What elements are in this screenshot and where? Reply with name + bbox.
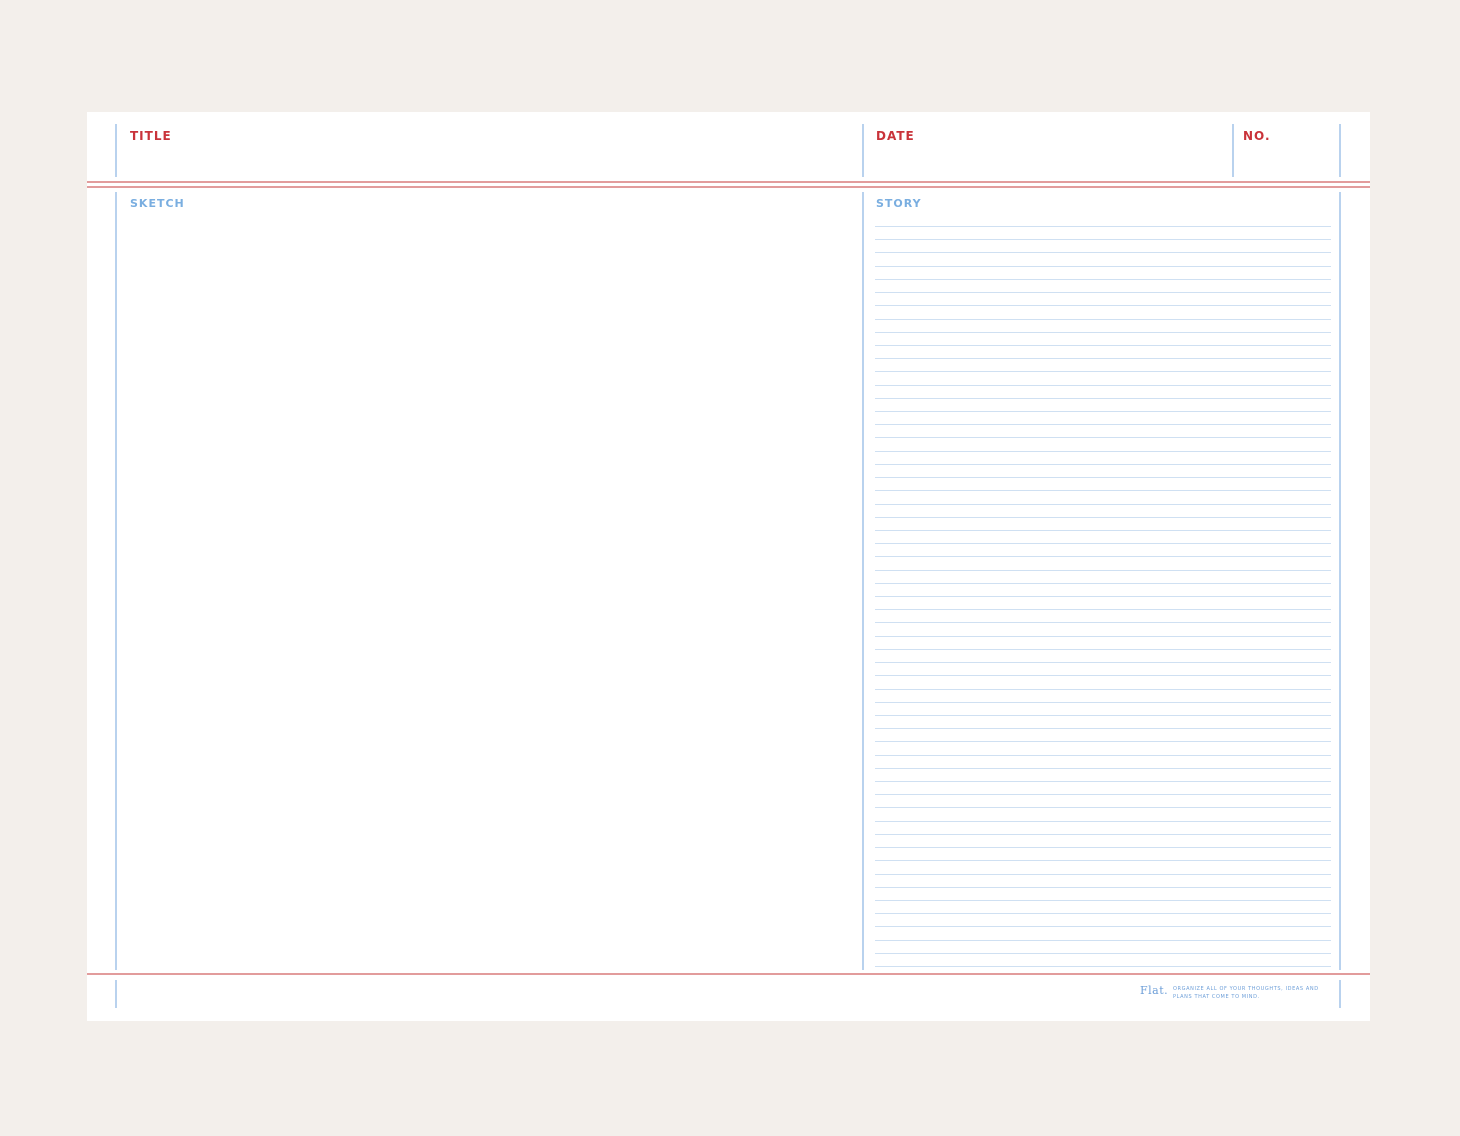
story-line: [875, 398, 1331, 399]
story-line: [875, 504, 1331, 505]
story-line: [875, 860, 1331, 861]
footer-rule: [87, 973, 1370, 975]
story-line: [875, 437, 1331, 438]
story-line: [875, 702, 1331, 703]
story-line: [875, 887, 1331, 888]
story-line: [875, 385, 1331, 386]
story-line: [875, 715, 1331, 716]
story-line: [875, 332, 1331, 333]
story-line: [875, 689, 1331, 690]
story-column-left-rule: [862, 192, 864, 970]
story-line: [875, 755, 1331, 756]
story-line: [875, 358, 1331, 359]
story-line: [875, 966, 1331, 967]
story-line: [875, 411, 1331, 412]
story-line: [875, 834, 1331, 835]
title-field-left-rule: [115, 124, 117, 177]
story-line: [875, 794, 1331, 795]
story-line: [875, 609, 1331, 610]
story-line: [875, 266, 1331, 267]
story-line: [875, 940, 1331, 941]
number-label: NO.: [1243, 129, 1271, 143]
story-line: [875, 662, 1331, 663]
story-line: [875, 649, 1331, 650]
story-line: [875, 292, 1331, 293]
sketch-column-left-rule: [115, 192, 117, 970]
story-line: [875, 464, 1331, 465]
story-line: [875, 239, 1331, 240]
header-double-rule-bottom: [87, 186, 1370, 188]
story-line: [875, 636, 1331, 637]
story-line: [875, 490, 1331, 491]
story-line: [875, 451, 1331, 452]
story-line: [875, 874, 1331, 875]
story-line: [875, 728, 1331, 729]
notebook-sheet: TITLE DATE NO. SKETCH STORY Flat. Organi…: [87, 112, 1370, 1021]
story-line: [875, 821, 1331, 822]
story-label: STORY: [876, 197, 922, 210]
header-double-rule-top: [87, 181, 1370, 183]
story-line: [875, 530, 1331, 531]
story-line: [875, 596, 1331, 597]
story-line: [875, 781, 1331, 782]
title-label: TITLE: [130, 129, 172, 143]
story-line: [875, 913, 1331, 914]
story-line: [875, 622, 1331, 623]
story-line: [875, 583, 1331, 584]
story-line: [875, 570, 1331, 571]
story-line: [875, 517, 1331, 518]
story-line: [875, 319, 1331, 320]
story-line: [875, 226, 1331, 227]
story-line: [875, 543, 1331, 544]
sketch-label: SKETCH: [130, 197, 185, 210]
story-line: [875, 424, 1331, 425]
sketch-area[interactable]: [118, 216, 860, 968]
story-line: [875, 477, 1331, 478]
date-label: DATE: [876, 129, 915, 143]
story-line: [875, 900, 1331, 901]
story-writing-lines[interactable]: [875, 226, 1331, 967]
story-line: [875, 926, 1331, 927]
footer-right-rule: [1339, 980, 1341, 1008]
number-field-right-rule: [1339, 124, 1341, 177]
footer-left-rule: [115, 980, 117, 1008]
story-column-right-rule: [1339, 192, 1341, 970]
story-line: [875, 953, 1331, 954]
story-line: [875, 345, 1331, 346]
story-line: [875, 675, 1331, 676]
story-line: [875, 807, 1331, 808]
brand-logo: Flat.: [1140, 984, 1169, 997]
story-line: [875, 768, 1331, 769]
story-line: [875, 556, 1331, 557]
date-field-left-rule: [862, 124, 864, 177]
story-line: [875, 279, 1331, 280]
story-line: [875, 252, 1331, 253]
story-line: [875, 371, 1331, 372]
brand-tagline: Organize all of your thoughts, ideas and…: [1173, 986, 1319, 1000]
story-line: [875, 305, 1331, 306]
number-field-left-rule: [1232, 124, 1234, 177]
story-line: [875, 741, 1331, 742]
story-line: [875, 847, 1331, 848]
